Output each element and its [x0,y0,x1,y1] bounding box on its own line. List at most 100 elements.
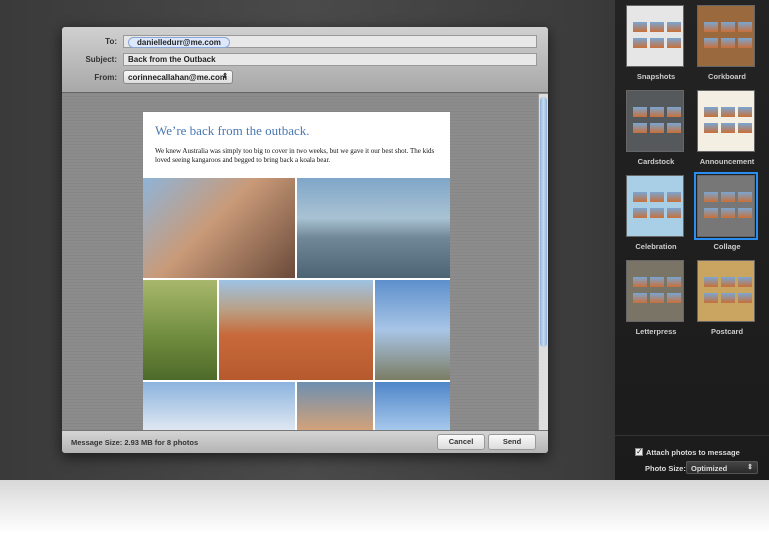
template-postcard[interactable]: Postcard [697,260,757,336]
thumbnail-photo [704,192,718,202]
photo-size-select[interactable]: Optimized ⇕ [686,461,758,474]
recipient-token[interactable]: danielledurr@me.com [128,37,230,48]
stationery-panel: Snapshots Corkboard Cardstock Announcement C… [615,0,769,480]
template-label: Postcard [710,327,744,336]
photo-piggyback[interactable] [375,280,450,380]
thumbnail-photo [667,123,681,133]
photo-opera-house[interactable] [143,382,295,430]
template-collage[interactable]: Collage [694,172,758,251]
thumbnail-photo [650,208,664,218]
thumbnail-photo [633,192,647,202]
thumbnail-photo [721,277,735,287]
thumbnail-photo [667,277,681,287]
thumbnail-photo [650,192,664,202]
cancel-button[interactable]: Cancel [437,434,485,450]
thumbnail-photo [738,192,752,202]
thumbnail-photo [721,123,735,133]
thumbnail-photo [738,107,752,117]
template-snapshots[interactable]: Snapshots [626,5,686,81]
thumbnail-photo [667,22,681,32]
stationery-page: We’re back from the outback. We knew Aus… [143,112,450,430]
attach-photos-checkbox[interactable]: ✓ [635,448,643,456]
thumbnail-photo [721,208,735,218]
thumbnail-photo [633,277,647,287]
scrollbar-thumb[interactable] [540,97,547,347]
from-value: corinnecallahan@me.com [128,73,227,82]
updown-arrows-icon: ⇕ [222,73,228,80]
message-size: Message Size: 2.93 MB for 8 photos [71,438,199,447]
from-select[interactable]: corinnecallahan@me.com ⇕ [123,70,233,84]
thumbnail-photo [721,38,735,48]
template-thumbnail[interactable] [697,5,755,67]
photo-outback-family[interactable] [219,280,373,380]
thumbnail-photo [633,208,647,218]
template-thumbnail[interactable] [697,90,755,152]
thumbnail-photo [704,107,718,117]
photo-family[interactable] [143,178,295,278]
thumbnail-photo [650,107,664,117]
template-announcement[interactable]: Announcement [697,90,757,166]
template-cardstock[interactable]: Cardstock [626,90,686,166]
template-label: Snapshots [636,72,676,81]
updown-arrows-icon: ⇕ [747,464,753,471]
thumbnail-photo [721,107,735,117]
compose-footer: Message Size: 2.93 MB for 8 photos Cance… [62,430,548,453]
thumbnail-photo [667,192,681,202]
template-thumbnail[interactable] [626,5,684,67]
message-heading[interactable]: We’re back from the outback. [155,123,310,139]
thumbnail-photo [704,123,718,133]
thumbnail-photo [704,293,718,303]
template-thumbnail[interactable] [626,260,684,322]
thumbnail-photo [704,208,718,218]
photo-options: ✓ Attach photos to message Photo Size: O… [615,435,769,480]
template-label: Letterpress [635,327,677,336]
thumbnail-photo [633,38,647,48]
thumbnail-photo [738,38,752,48]
thumbnail-photo [650,277,664,287]
thumbnail-photo [650,293,664,303]
thumbnail-photo [721,22,735,32]
template-label: Announcement [699,157,755,166]
template-label: Collage [713,242,741,251]
compose-window: To: danielledurr@me.com Subject: Back fr… [62,27,548,453]
thumbnail-photo [650,123,664,133]
thumbnail-photo [650,38,664,48]
photo-kangaroo[interactable] [143,280,217,380]
photo-beach-horse[interactable] [297,178,450,278]
template-label: Corkboard [708,72,746,81]
send-button[interactable]: Send [488,434,536,450]
template-corkboard[interactable]: Corkboard [697,5,757,81]
template-thumbnail[interactable] [694,172,758,240]
photo-sky[interactable] [375,382,450,430]
template-thumbnail[interactable] [626,175,684,237]
thumbnail-photo [633,293,647,303]
template-thumbnail[interactable] [697,260,755,322]
thumbnail-photo [704,22,718,32]
thumbnail-photo [633,22,647,32]
template-thumbnail[interactable] [626,90,684,152]
vertical-scrollbar[interactable] [538,94,548,430]
reflection [0,480,769,533]
thumbnail-photo [721,192,735,202]
thumbnail-photo [704,38,718,48]
thumbnail-photo [738,208,752,218]
compose-header: To: danielledurr@me.com Subject: Back fr… [62,27,548,93]
photo-size-label: Photo Size: [645,464,686,473]
template-letterpress[interactable]: Letterpress [626,260,686,336]
subject-field[interactable]: Back from the Outback [123,53,537,66]
thumbnail-photo [667,208,681,218]
thumbnail-photo [738,277,752,287]
thumbnail-photo [721,293,735,303]
from-label: From: [94,73,117,82]
thumbnail-photo [633,123,647,133]
message-text[interactable]: We knew Australia was simply too big to … [155,147,445,165]
thumbnail-photo [704,277,718,287]
template-celebration[interactable]: Celebration [626,175,686,251]
thumbnail-photo [667,38,681,48]
photo-hat-kids[interactable] [297,382,373,430]
message-body-area[interactable]: We’re back from the outback. We knew Aus… [62,94,538,430]
to-field[interactable]: danielledurr@me.com [123,35,537,48]
to-label: To: [105,37,117,46]
thumbnail-photo [738,123,752,133]
attach-photos-label[interactable]: Attach photos to message [646,448,740,457]
